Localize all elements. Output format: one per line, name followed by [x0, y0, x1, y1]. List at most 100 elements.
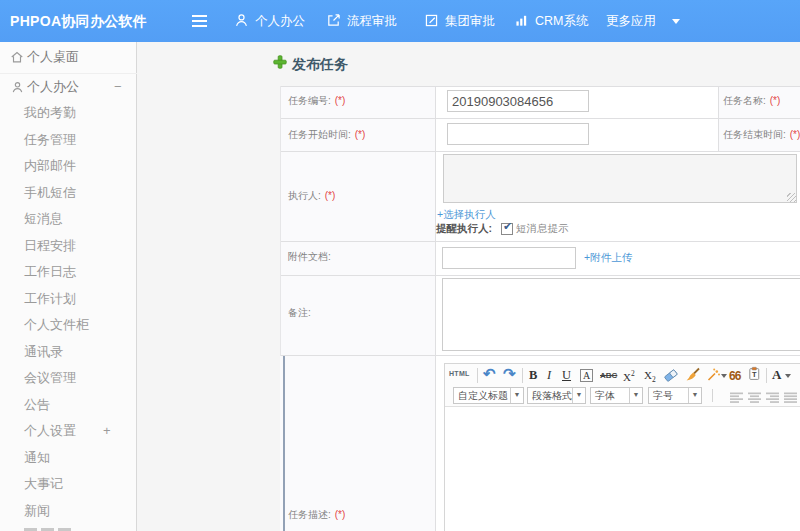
choose-executor-link[interactable]: +选择执行人	[437, 208, 496, 221]
resize-handle[interactable]	[787, 193, 796, 202]
svg-text:T: T	[752, 370, 757, 379]
label-task-no: 任务编号:(*)	[288, 94, 345, 108]
editor-brush-button[interactable]	[685, 367, 701, 386]
remind-label: 提醒执行人:	[436, 222, 492, 235]
editor-format-select[interactable]: 段落格式▼	[527, 387, 586, 404]
sidebar: 个人桌面 个人办公 − 我的考勤 任务管理 内部邮件 手机短信 短消息 日程安排…	[0, 42, 137, 531]
editor-wand-button[interactable]	[706, 367, 722, 386]
editor-align-center-button[interactable]	[748, 390, 762, 408]
table-border	[718, 86, 719, 151]
table-border	[280, 86, 800, 87]
menu-toggle-icon[interactable]	[192, 15, 207, 30]
expand-icon[interactable]: +	[103, 425, 111, 437]
table-border	[280, 241, 800, 242]
collapse-icon[interactable]: −	[114, 81, 122, 93]
sidebar-item[interactable]: 公告	[24, 398, 50, 412]
sidebar-item[interactable]: 短消息	[24, 212, 63, 226]
table-border	[435, 86, 436, 531]
sidebar-item[interactable]: 任务管理	[24, 133, 76, 147]
nav-personal-office[interactable]: 个人办公	[234, 0, 305, 42]
editor-bgcolor-button[interactable]: A	[580, 369, 593, 382]
sidebar-item[interactable]: 大事记	[24, 477, 63, 491]
editor-paste-button[interactable]: T	[747, 366, 762, 385]
sidebar-item-desktop[interactable]: 个人桌面	[27, 50, 79, 64]
chevron-down-icon: ▼	[510, 388, 523, 403]
editor-font-select[interactable]: 字体▼	[590, 387, 643, 404]
editor-undo-button[interactable]: ↶	[483, 365, 496, 383]
page-title: 发布任务	[292, 56, 348, 74]
sidebar-item[interactable]: 工作日志	[24, 265, 76, 279]
required-mark: (*)	[325, 190, 336, 201]
sidebar-item[interactable]: 手机短信	[24, 186, 76, 200]
editor-blockquote-button[interactable]: 66	[729, 369, 740, 383]
nav-process-approval[interactable]: 流程审批	[326, 0, 397, 42]
sidebar-item[interactable]: 会议管理	[24, 371, 76, 385]
editor-eraser-button[interactable]	[663, 367, 679, 386]
task-no-input[interactable]	[447, 90, 589, 112]
editor-heading-select[interactable]: 自定义标题▼	[453, 387, 524, 404]
editor-fontcolor-button[interactable]: A	[772, 367, 781, 383]
label-end-time: 任务结束时间:(*)	[723, 128, 800, 142]
label-remark: 备注:	[288, 306, 311, 320]
editor-subscript-button[interactable]: X2	[644, 369, 656, 384]
sidebar-divider	[0, 73, 137, 74]
edit-square-icon	[424, 13, 439, 28]
nav-crm-system[interactable]: CRM系统	[514, 0, 588, 42]
nav-label: 个人办公	[255, 14, 305, 28]
editor-align-right-button[interactable]	[766, 390, 780, 408]
editor-align-justify-button[interactable]	[784, 390, 798, 408]
table-border	[280, 275, 800, 276]
sidebar-item[interactable]: 个人文件柜	[24, 318, 89, 332]
attachment-upload-link[interactable]: +附件上传	[584, 251, 632, 264]
nav-label: 集团审批	[445, 14, 495, 28]
home-icon	[10, 50, 24, 68]
sidebar-item-settings[interactable]: 个人设置	[24, 424, 76, 438]
chevron-down-icon: ▼	[629, 388, 642, 403]
editor-underline-button[interactable]: U	[562, 368, 571, 383]
nav-label: CRM系统	[535, 14, 588, 28]
table-border-accent	[283, 356, 285, 531]
checkmark-icon: ✔	[503, 220, 512, 233]
nav-more-apps[interactable]: 更多应用	[606, 0, 656, 42]
attachment-input[interactable]	[442, 247, 576, 269]
table-border	[280, 355, 800, 356]
bar-chart-icon	[514, 13, 529, 28]
start-time-input[interactable]	[447, 123, 589, 145]
required-mark: (*)	[335, 509, 346, 520]
editor-strikethrough-button[interactable]: ABC	[600, 371, 617, 380]
chevron-down-icon: ▼	[688, 388, 701, 403]
user-icon	[11, 80, 24, 98]
editor-redo-button[interactable]: ↷	[503, 365, 516, 383]
chevron-down-icon[interactable]	[721, 374, 727, 378]
toolbar-separator	[712, 389, 713, 402]
editor-align-left-button[interactable]	[730, 390, 744, 408]
sidebar-item-office[interactable]: 个人办公	[27, 80, 79, 94]
nav-label: 更多应用	[606, 14, 656, 28]
sidebar-item[interactable]: 通知	[24, 451, 50, 465]
editor-italic-button[interactable]: I	[547, 368, 551, 383]
label-attachment: 附件文档:	[288, 250, 331, 264]
toolbar-separator	[477, 368, 478, 383]
editor-html-button[interactable]: HTML	[449, 370, 470, 377]
remark-textarea[interactable]	[442, 278, 800, 351]
sidebar-item[interactable]: 工作计划	[24, 292, 76, 306]
sms-checkbox[interactable]: ✔	[501, 223, 513, 235]
sms-label: 短消息提示	[516, 222, 569, 235]
executor-textarea[interactable]	[443, 154, 797, 203]
chevron-down-icon	[672, 19, 680, 24]
sidebar-item[interactable]: 内部邮件	[24, 159, 76, 173]
nav-label: 流程审批	[347, 14, 397, 28]
app-header: PHPOA协同办公软件 个人办公 流程审批 集团审批 CRM系统 更多应用	[0, 0, 800, 42]
sidebar-item[interactable]: 我的考勤	[24, 106, 76, 120]
nav-group-approval[interactable]: 集团审批	[424, 0, 495, 42]
editor-bold-button[interactable]: B	[529, 368, 537, 383]
chevron-down-icon[interactable]	[785, 374, 791, 378]
editor-fontsize-select[interactable]: 字号▼	[648, 387, 702, 404]
sidebar-item[interactable]: 新闻	[24, 504, 50, 518]
editor-superscript-button[interactable]: X2	[623, 369, 635, 383]
required-mark: (*)	[355, 129, 366, 140]
sidebar-item[interactable]: 日程安排	[24, 239, 76, 253]
required-mark: (*)	[335, 95, 346, 106]
sidebar-item[interactable]: 通讯录	[24, 345, 63, 359]
table-border	[280, 86, 281, 356]
